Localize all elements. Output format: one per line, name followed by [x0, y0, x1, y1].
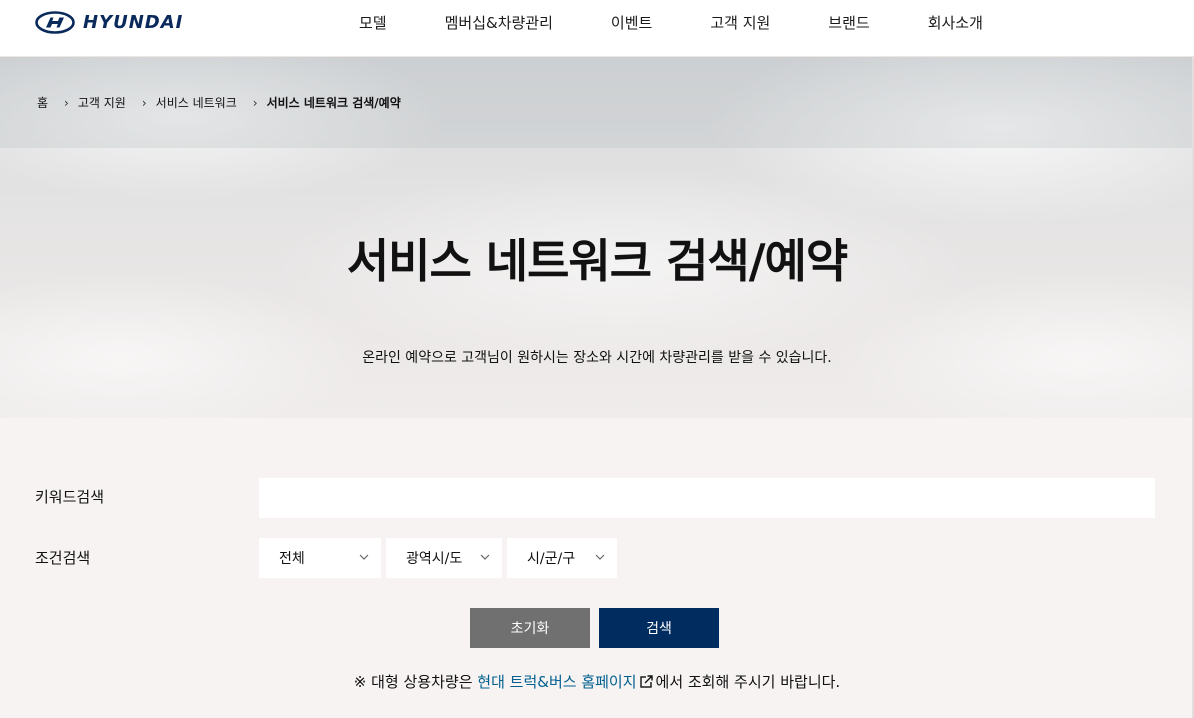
logo-wordmark: HYUNDAI	[83, 11, 184, 33]
chevron-down-icon	[595, 554, 605, 560]
condition-search-label: 조건검색	[35, 549, 91, 567]
notice-prefix: ※ 대형 상용차량은	[353, 673, 478, 691]
external-link-icon[interactable]	[639, 675, 653, 688]
city-select-value: 시/군/구	[527, 551, 576, 567]
nav-item-models[interactable]: 모델	[359, 12, 387, 33]
commercial-vehicle-notice: ※ 대형 상용차량은 현대 트럭&버스 홈페이지 에서 조회해 주시기 바랍니다…	[0, 671, 1194, 692]
chevron-right-icon: ›	[141, 95, 147, 110]
nav-item-company[interactable]: 회사소개	[928, 12, 983, 33]
province-select[interactable]: 광역시/도	[386, 538, 502, 578]
province-select-value: 광역시/도	[406, 551, 463, 567]
chevron-down-icon	[359, 554, 369, 560]
nav-item-membership[interactable]: 멤버십&차량관리	[445, 12, 553, 33]
reset-button[interactable]: 초기화	[470, 608, 590, 648]
breadcrumb-current: 서비스 네트워크 검색/예약	[266, 96, 401, 110]
search-button[interactable]: 검색	[599, 608, 719, 648]
breadcrumb: 홈 › 고객 지원 › 서비스 네트워크 › 서비스 네트워크 검색/예약	[37, 94, 401, 111]
nav-item-customer-support[interactable]: 고객 지원	[710, 12, 770, 33]
page-title: 서비스 네트워크 검색/예약	[346, 234, 848, 288]
city-select[interactable]: 시/군/구	[507, 538, 617, 578]
hyundai-emblem-icon	[35, 10, 75, 34]
nav-item-brand[interactable]: 브랜드	[828, 12, 869, 33]
keyword-search-label: 키워드검색	[35, 488, 105, 506]
breadcrumb-home[interactable]: 홈	[37, 94, 48, 111]
breadcrumb-service-network[interactable]: 서비스 네트워크	[156, 94, 237, 111]
nav-item-events[interactable]: 이벤트	[611, 12, 652, 33]
category-select[interactable]: 전체	[259, 538, 381, 578]
hyundai-logo[interactable]: HYUNDAI	[35, 10, 183, 34]
chevron-right-icon: ›	[252, 95, 258, 110]
hero-banner: 홈 › 고객 지원 › 서비스 네트워크 › 서비스 네트워크 검색/예약 서비…	[0, 57, 1194, 418]
page-description: 온라인 예약으로 고객님이 원하시는 장소와 시간에 차량관리를 받을 수 있습…	[362, 350, 832, 366]
global-header: HYUNDAI 모델 멤버십&차량관리 이벤트 고객 지원 브랜드 회사소개	[0, 0, 1194, 57]
notice-suffix: 에서 조회해 주시기 바랍니다.	[655, 673, 841, 691]
breadcrumb-customer-support[interactable]: 고객 지원	[78, 94, 126, 111]
global-nav: 모델 멤버십&차량관리 이벤트 고객 지원 브랜드 회사소개	[330, 0, 1012, 44]
truck-bus-homepage-link[interactable]: 현대 트럭&버스 홈페이지	[477, 673, 636, 691]
keyword-search-input[interactable]	[259, 478, 1155, 518]
chevron-down-icon	[480, 554, 490, 560]
chevron-right-icon: ›	[64, 95, 69, 110]
category-select-value: 전체	[279, 551, 305, 567]
